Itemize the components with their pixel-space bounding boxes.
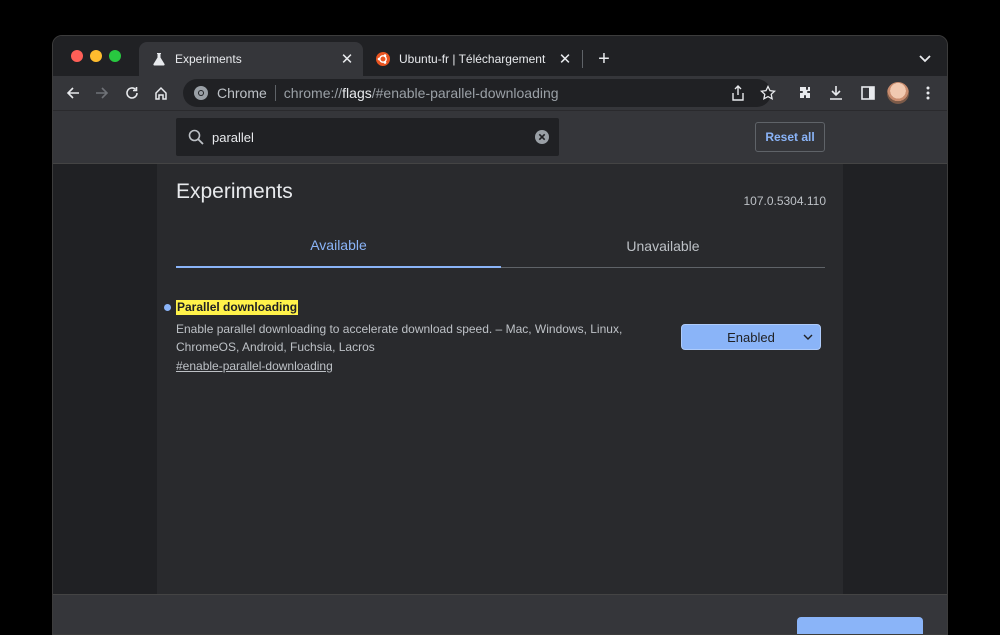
toolbar: Chrome chrome://flags/#enable-parallel-d…	[53, 76, 947, 110]
side-panel-icon[interactable]	[857, 82, 879, 104]
minimize-window-button[interactable]	[90, 50, 102, 62]
close-window-button[interactable]	[71, 50, 83, 62]
flag-permalink[interactable]: #enable-parallel-downloading	[176, 359, 333, 373]
chevron-down-icon[interactable]	[915, 49, 935, 69]
search-icon	[186, 127, 206, 147]
tab-ubuntu[interactable]: Ubuntu-fr | Téléchargement ✕	[363, 42, 581, 76]
clear-search-icon[interactable]	[533, 128, 551, 146]
close-tab-icon[interactable]: ✕	[555, 49, 575, 69]
tab-unavailable[interactable]: Unavailable	[501, 224, 825, 268]
star-icon[interactable]	[759, 84, 777, 102]
reset-all-button[interactable]: Reset all	[755, 122, 825, 152]
ubuntu-icon	[375, 51, 391, 67]
version-label: 107.0.5304.110	[743, 194, 826, 208]
search-input[interactable]	[212, 129, 533, 145]
maximize-window-button[interactable]	[109, 50, 121, 62]
tab-title: Ubuntu-fr | Téléchargement	[399, 52, 546, 66]
site-name: Chrome	[217, 85, 267, 101]
flag-name: Parallel downloading	[176, 300, 299, 315]
download-icon[interactable]	[825, 82, 847, 104]
page-title: Experiments	[176, 180, 293, 203]
share-icon[interactable]	[729, 84, 747, 102]
flags-content: Experiments 107.0.5304.110 Available Una…	[157, 164, 843, 594]
flag-state-value: Enabled	[727, 329, 775, 345]
forward-arrow-icon[interactable]	[90, 81, 114, 105]
tab-experiments[interactable]: Experiments ✕	[139, 42, 363, 76]
more-menu-icon[interactable]	[917, 82, 939, 104]
reload-icon[interactable]	[120, 81, 144, 105]
url-host: flags	[342, 85, 372, 101]
tab-available[interactable]: Available	[176, 224, 501, 268]
browser-window: Experiments ✕ Ubuntu-fr | Téléchargement…	[52, 35, 948, 635]
close-tab-icon[interactable]: ✕	[337, 49, 357, 69]
beaker-icon	[151, 51, 167, 67]
flag-state-select[interactable]: Enabled	[681, 324, 821, 350]
back-arrow-icon[interactable]	[61, 81, 85, 105]
tab-title: Experiments	[175, 52, 242, 66]
extensions-icon[interactable]	[794, 82, 816, 104]
chevron-down-icon	[802, 330, 814, 344]
modified-indicator	[164, 304, 171, 311]
url-path: /#enable-parallel-downloading	[371, 85, 559, 101]
tab-separator	[582, 50, 583, 68]
tab-strip: Experiments ✕ Ubuntu-fr | Téléchargement…	[53, 36, 947, 76]
address-bar[interactable]: Chrome chrome://flags/#enable-parallel-d…	[183, 79, 776, 107]
new-tab-button[interactable]: +	[593, 48, 615, 70]
search-flags-box[interactable]	[176, 118, 559, 156]
home-icon[interactable]	[149, 81, 173, 105]
chrome-icon	[193, 85, 209, 101]
page-tabs: Available Unavailable	[176, 224, 825, 268]
url-scheme: chrome://	[283, 85, 343, 101]
flags-header: Reset all	[53, 110, 947, 164]
left-gutter	[53, 164, 157, 594]
flag-description: Enable parallel downloading to accelerat…	[176, 322, 623, 354]
right-gutter	[843, 164, 947, 594]
relaunch-button[interactable]	[797, 617, 923, 634]
profile-avatar[interactable]	[887, 82, 909, 104]
omnibox-divider	[274, 85, 276, 101]
relaunch-footer	[53, 594, 947, 634]
